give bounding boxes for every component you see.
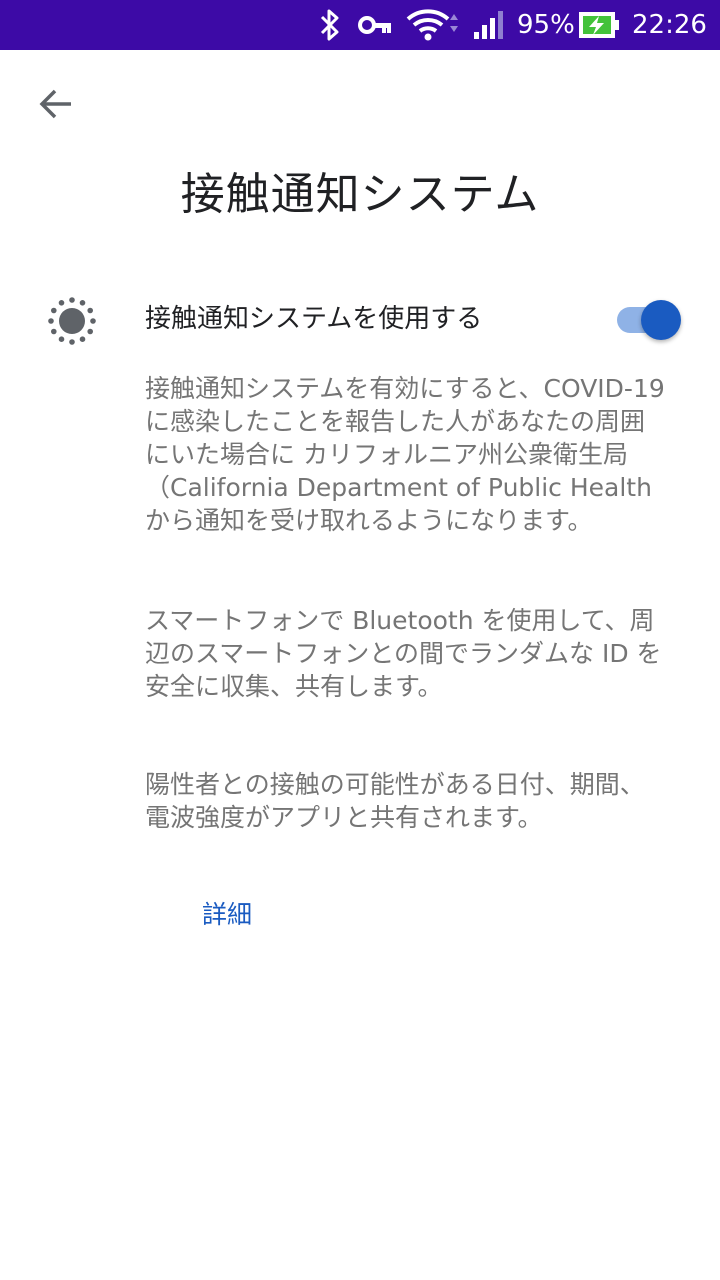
signal-icon [470, 0, 510, 50]
description-paragraph-1: 接触通知システムを有効にすると、COVID-19 に感染したことを報告した人があ… [145, 374, 665, 535]
battery-percent: 95% [517, 10, 575, 40]
toggle-thumb [641, 300, 681, 340]
wifi-icon [404, 0, 464, 50]
battery-charging-icon [576, 0, 624, 50]
bluetooth-icon [312, 0, 348, 50]
arrow-back-icon [38, 88, 74, 124]
vpn-key-icon [356, 0, 396, 50]
description-paragraph-2: スマートフォンで Bluetooth を使用して、周辺のスマートフォンとの間でラ… [145, 606, 662, 701]
description-paragraph-3: 陽性者との接触の可能性がある日付、期間、電波強度がアプリと共有されます。 [145, 770, 645, 832]
page-title: 接触通知システム [180, 169, 540, 220]
back-button[interactable] [30, 82, 82, 130]
exposure-notification-toggle-label: 接触通知システムを使用する [145, 304, 483, 334]
exposure-notification-toggle[interactable] [614, 300, 684, 340]
details-link[interactable]: 詳細 [202, 896, 252, 934]
status-bar: 95% 22:26 [0, 0, 720, 50]
clock: 22:26 [632, 10, 707, 40]
exposure-notification-icon [46, 295, 98, 347]
